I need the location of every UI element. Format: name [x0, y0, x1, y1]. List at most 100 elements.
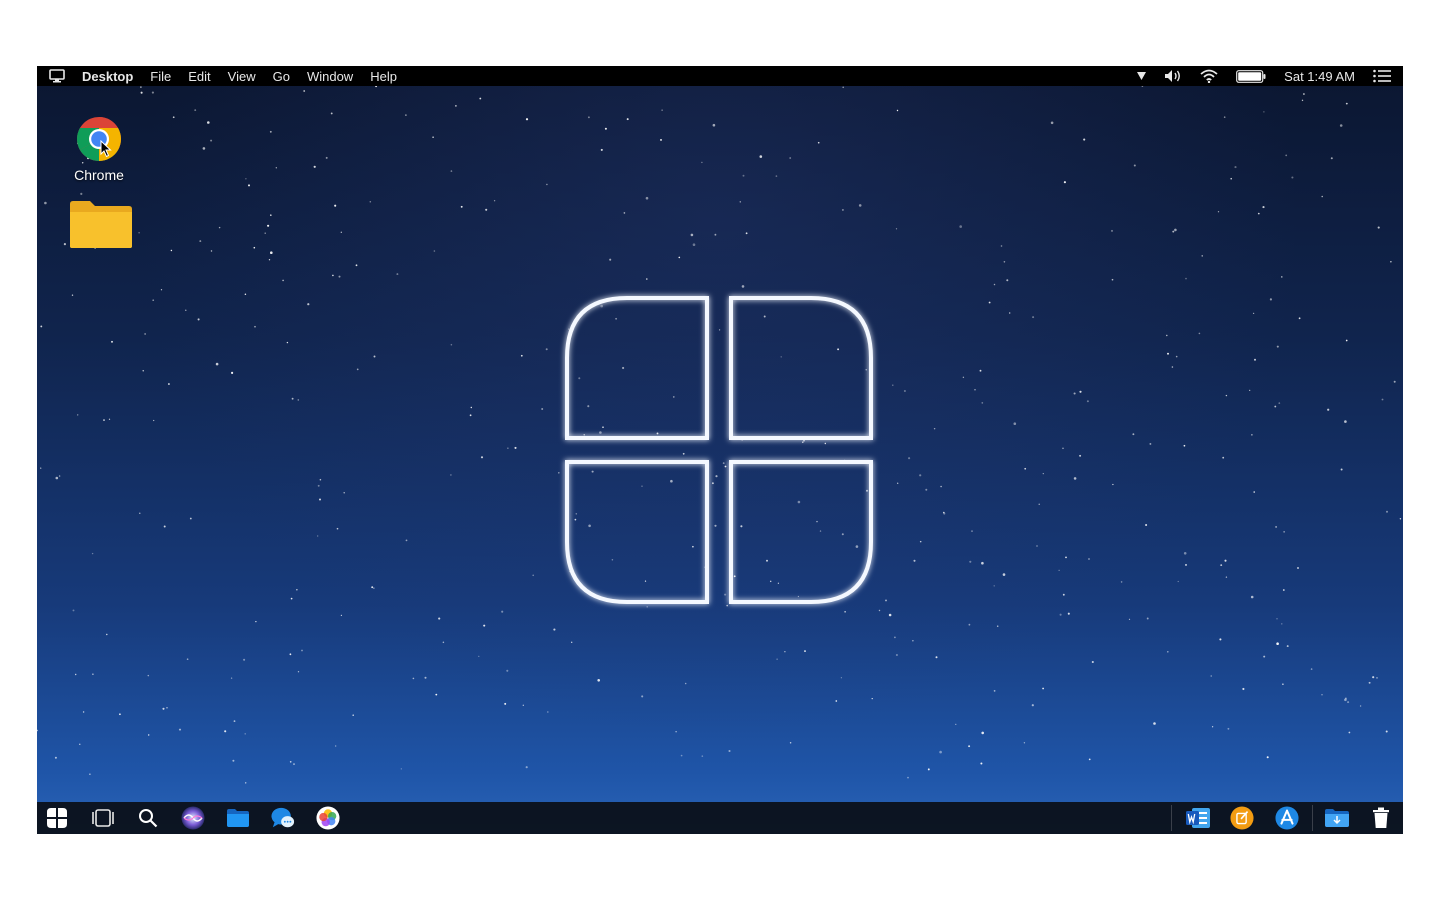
menu-view[interactable]: View — [228, 69, 256, 84]
star — [480, 456, 484, 459]
star — [701, 755, 704, 757]
wifi-icon[interactable] — [1200, 69, 1218, 83]
star — [506, 669, 509, 672]
menu-file[interactable]: File — [150, 69, 171, 84]
star — [1183, 552, 1187, 555]
star — [303, 90, 306, 92]
star — [140, 91, 143, 94]
star — [871, 697, 873, 700]
star — [1062, 593, 1065, 596]
star — [307, 303, 310, 306]
star — [1339, 124, 1343, 127]
star — [1067, 612, 1070, 615]
star — [297, 399, 300, 401]
star — [1372, 676, 1375, 679]
star — [1133, 164, 1136, 167]
photos-icon[interactable] — [316, 806, 340, 830]
menu-go[interactable]: Go — [273, 69, 290, 84]
desktop-icon-chrome[interactable]: Chrome — [59, 116, 139, 183]
star — [71, 294, 74, 296]
star — [1393, 380, 1396, 383]
star — [979, 369, 982, 372]
volume-icon[interactable] — [1164, 69, 1182, 83]
desktop-icon-folder[interactable] — [61, 200, 141, 253]
star — [789, 157, 792, 159]
star — [1172, 230, 1175, 233]
star — [58, 475, 61, 477]
task-view-icon[interactable] — [91, 806, 115, 830]
menu-edit[interactable]: Edit — [188, 69, 210, 84]
star — [1285, 154, 1288, 157]
start-icon[interactable] — [45, 806, 69, 830]
star — [1286, 645, 1289, 648]
star — [1275, 525, 1278, 528]
star — [185, 309, 187, 311]
star — [244, 733, 246, 735]
star — [438, 617, 441, 620]
siri-icon[interactable] — [181, 806, 205, 830]
star — [1281, 276, 1283, 278]
star — [842, 86, 845, 89]
notification-list-icon[interactable] — [1373, 69, 1391, 83]
star — [199, 240, 202, 243]
star — [1399, 518, 1402, 520]
menu-app-name[interactable]: Desktop — [82, 69, 133, 84]
star — [1058, 569, 1060, 571]
star — [996, 625, 999, 627]
star — [968, 745, 971, 748]
star — [197, 318, 200, 321]
star — [1347, 701, 1350, 704]
star — [546, 183, 548, 186]
downloads-folder-icon[interactable] — [1324, 806, 1350, 830]
star — [313, 165, 316, 168]
star — [334, 204, 337, 207]
star — [1211, 726, 1214, 728]
star — [317, 535, 319, 537]
computer-icon[interactable] — [49, 69, 65, 83]
star — [202, 147, 206, 150]
star — [147, 734, 150, 736]
star — [44, 201, 47, 205]
star — [270, 251, 273, 254]
star — [968, 623, 971, 626]
dropdown-triangle-icon[interactable] — [1137, 72, 1147, 80]
star — [1348, 731, 1351, 734]
star — [55, 476, 59, 480]
files-icon[interactable] — [226, 806, 250, 830]
star — [1198, 332, 1201, 335]
star — [1088, 758, 1091, 761]
star — [373, 355, 376, 358]
star — [541, 408, 544, 410]
star — [162, 707, 165, 710]
word-icon[interactable] — [1185, 806, 1211, 830]
star — [712, 123, 716, 127]
clock[interactable]: Sat 1:49 AM — [1284, 69, 1355, 84]
star — [1024, 467, 1027, 470]
folder-icon — [68, 201, 134, 253]
battery-icon[interactable] — [1236, 69, 1266, 83]
star — [841, 208, 844, 211]
star — [888, 613, 892, 617]
desktop-screen: Desktop File Edit View Go Window Help Sa… — [37, 66, 1403, 834]
search-icon[interactable] — [136, 806, 160, 830]
star — [840, 677, 843, 679]
star — [1062, 447, 1064, 450]
star — [1063, 181, 1066, 184]
trash-icon[interactable] — [1369, 806, 1393, 830]
star — [604, 127, 607, 130]
star — [54, 756, 57, 759]
menu-window[interactable]: Window — [307, 69, 353, 84]
messages-icon[interactable] — [271, 806, 295, 830]
menu-help[interactable]: Help — [370, 69, 397, 84]
star — [988, 301, 991, 304]
pages-icon[interactable] — [1230, 806, 1254, 830]
star — [925, 488, 928, 491]
star — [678, 256, 681, 259]
star — [587, 116, 590, 119]
app-store-icon[interactable] — [1275, 806, 1299, 830]
star — [282, 279, 284, 282]
star — [1257, 212, 1260, 215]
star — [1227, 727, 1230, 730]
star — [1217, 211, 1220, 213]
star — [119, 713, 121, 716]
